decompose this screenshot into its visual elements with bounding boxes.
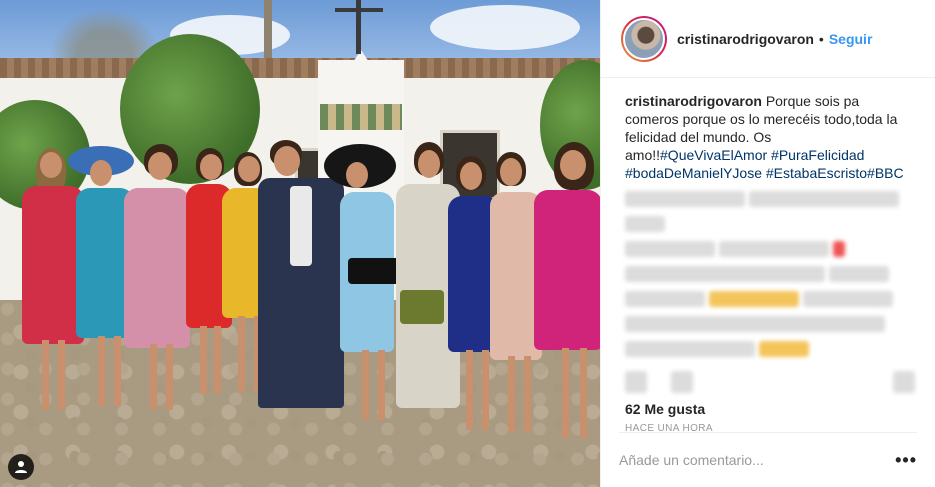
photo-cloud (430, 5, 580, 50)
author-avatar[interactable] (621, 15, 667, 62)
blurred-comment (625, 316, 915, 332)
follow-button[interactable]: Seguir (829, 31, 873, 47)
post-photo[interactable] (0, 0, 600, 487)
comments-section: cristinarodrigovaron Porque sois pa come… (601, 78, 935, 432)
comment-input[interactable] (619, 452, 896, 468)
blurred-comments (625, 191, 915, 393)
hashtag-link[interactable]: #PuraFelicidad (771, 147, 864, 163)
hashtag-link[interactable]: #EstabaEscristo (766, 165, 867, 181)
blurred-action-icons (625, 371, 915, 393)
more-options-icon[interactable]: ••• (895, 451, 917, 469)
blurred-comment (625, 216, 915, 232)
author-username[interactable]: cristinarodrigovaron (677, 31, 814, 47)
post-side-panel: cristinarodrigovaron • Seguir cristinaro… (600, 0, 935, 487)
comment-box: ••• (619, 432, 917, 487)
photo-tile-band (320, 104, 402, 130)
user-tag-icon (15, 461, 27, 473)
blurred-comment (625, 341, 915, 357)
post-timestamp: HACE UNA HORA (625, 423, 713, 432)
caption-username[interactable]: cristinarodrigovaron (625, 93, 762, 109)
post-header: cristinarodrigovaron • Seguir (601, 0, 935, 78)
blurred-comment (625, 241, 915, 257)
hashtag-link[interactable]: #BBC (867, 165, 904, 181)
likes-count[interactable]: 62 Me gusta (625, 401, 915, 417)
hashtag-link[interactable]: #bodaDeManielYJose (625, 165, 762, 181)
instagram-post: cristinarodrigovaron • Seguir cristinaro… (0, 0, 935, 487)
header-separator: • (818, 30, 824, 47)
photo-cross (335, 8, 383, 12)
post-caption: cristinarodrigovaron Porque sois pa come… (625, 92, 915, 182)
blurred-comment (625, 266, 915, 282)
blurred-comment (625, 291, 915, 307)
user-tag-button[interactable] (8, 454, 34, 480)
blurred-comment (625, 191, 915, 207)
hashtag-link[interactable]: #QueVivaElAmor (660, 147, 767, 163)
